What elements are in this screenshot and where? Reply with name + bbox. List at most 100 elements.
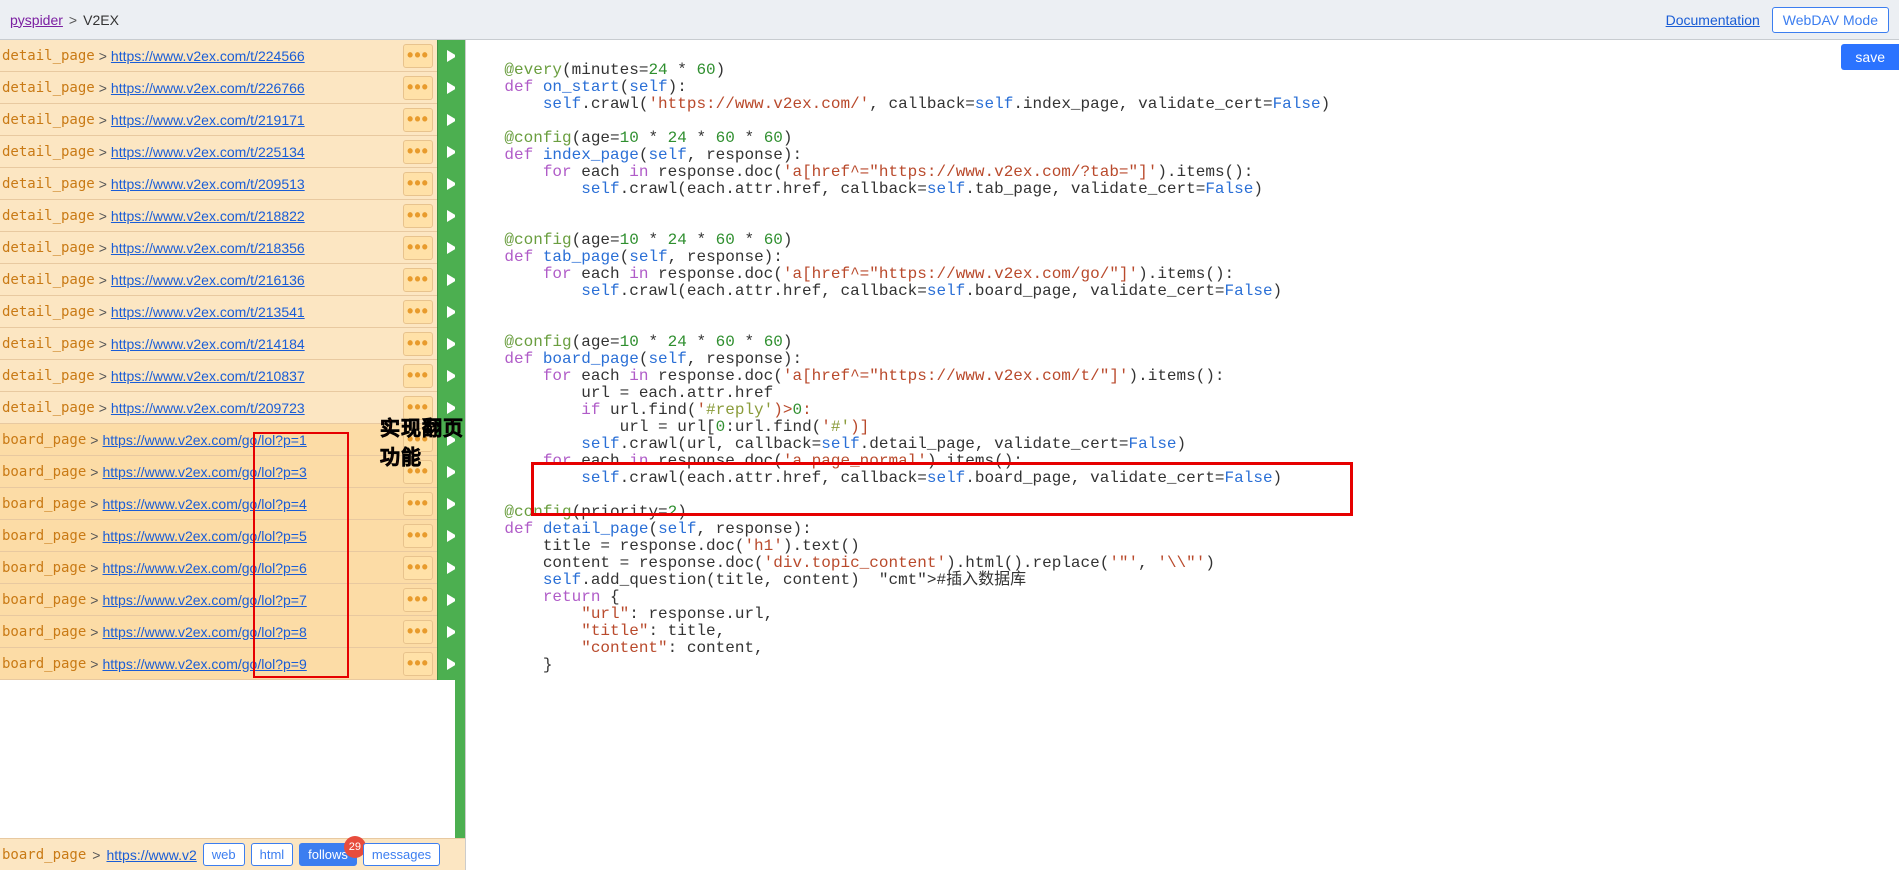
documentation-link[interactable]: Documentation: [1666, 12, 1760, 28]
task-row: detail_page>https://www.v2ex.com/t/22456…: [0, 40, 465, 72]
task-url-link[interactable]: https://www.v2ex.com/t/214184: [111, 336, 305, 352]
task-sep: >: [90, 624, 98, 640]
more-button[interactable]: •••: [403, 44, 433, 68]
task-url-link[interactable]: https://www.v2ex.com/t/216136: [111, 272, 305, 288]
task-row: board_page>https://www.v2ex.com/go/lol?p…: [0, 520, 465, 552]
task-row: board_page>https://www.v2ex.com/go/lol?p…: [0, 456, 465, 488]
more-button[interactable]: •••: [403, 332, 433, 356]
task-url-link[interactable]: https://www.v2ex.com/t/225134: [111, 144, 305, 160]
task-callback: board_page: [0, 656, 86, 672]
web-button[interactable]: web: [203, 843, 245, 866]
task-callback: board_page: [0, 528, 86, 544]
task-callback: detail_page: [0, 48, 95, 64]
task-row: board_page>https://www.v2ex.com/go/lol?p…: [0, 424, 465, 456]
scroll-strip[interactable]: [455, 40, 465, 870]
code-editor[interactable]: @every(minutes=24 * 60) def on_start(sel…: [466, 40, 1899, 714]
task-row: detail_page>https://www.v2ex.com/t/21613…: [0, 264, 465, 296]
more-button[interactable]: •••: [403, 140, 433, 164]
task-row: detail_page>https://www.v2ex.com/t/21917…: [0, 104, 465, 136]
more-button[interactable]: •••: [403, 108, 433, 132]
more-button[interactable]: •••: [403, 492, 433, 516]
more-button[interactable]: •••: [403, 204, 433, 228]
html-button[interactable]: html: [251, 843, 294, 866]
bottom-toolbar: board_page > https://www.v2 web html fol…: [0, 838, 465, 870]
more-button[interactable]: •••: [403, 652, 433, 676]
task-url-link[interactable]: https://www.v2ex.com/t/218822: [111, 208, 305, 224]
task-url-link[interactable]: https://www.v2ex.com/go/lol?p=1: [102, 432, 306, 448]
task-sep: >: [99, 368, 107, 384]
task-url-link[interactable]: https://www.v2ex.com/go/lol?p=9: [102, 656, 306, 672]
task-row: board_page>https://www.v2ex.com/go/lol?p…: [0, 616, 465, 648]
task-sep: >: [99, 400, 107, 416]
task-callback: detail_page: [0, 80, 95, 96]
task-callback: detail_page: [0, 176, 95, 192]
task-row: detail_page>https://www.v2ex.com/t/21882…: [0, 200, 465, 232]
task-callback: board_page: [0, 496, 86, 512]
more-button[interactable]: •••: [403, 556, 433, 580]
more-button[interactable]: •••: [403, 396, 433, 420]
task-row: board_page>https://www.v2ex.com/go/lol?p…: [0, 648, 465, 680]
more-button[interactable]: •••: [403, 460, 433, 484]
task-row: detail_page>https://www.v2ex.com/t/22513…: [0, 136, 465, 168]
task-row: detail_page>https://www.v2ex.com/t/20951…: [0, 168, 465, 200]
task-callback: detail_page: [0, 240, 95, 256]
top-bar: pyspider > V2EX Documentation WebDAV Mod…: [0, 0, 1899, 40]
toolbar-callback: board_page: [2, 847, 86, 863]
more-button[interactable]: •••: [403, 588, 433, 612]
task-url-link[interactable]: https://www.v2ex.com/t/219171: [111, 112, 305, 128]
more-button[interactable]: •••: [403, 236, 433, 260]
task-sep: >: [99, 176, 107, 192]
task-sep: >: [99, 80, 107, 96]
task-callback: board_page: [0, 624, 86, 640]
webdav-mode-button[interactable]: WebDAV Mode: [1772, 7, 1889, 33]
more-button[interactable]: •••: [403, 300, 433, 324]
task-row: detail_page>https://www.v2ex.com/t/22676…: [0, 72, 465, 104]
task-url-link[interactable]: https://www.v2ex.com/go/lol?p=3: [102, 464, 306, 480]
task-url-link[interactable]: https://www.v2ex.com/t/213541: [111, 304, 305, 320]
task-sep: >: [90, 432, 98, 448]
more-button[interactable]: •••: [403, 172, 433, 196]
more-button[interactable]: •••: [403, 620, 433, 644]
more-button[interactable]: •••: [403, 524, 433, 548]
task-sep: >: [99, 112, 107, 128]
task-url-link[interactable]: https://www.v2ex.com/t/218356: [111, 240, 305, 256]
task-url-link[interactable]: https://www.v2ex.com/t/209723: [111, 400, 305, 416]
task-sep: >: [90, 496, 98, 512]
task-url-link[interactable]: https://www.v2ex.com/go/lol?p=7: [102, 592, 306, 608]
task-sep: >: [99, 48, 107, 64]
task-url-link[interactable]: https://www.v2ex.com/t/209513: [111, 176, 305, 192]
breadcrumb: pyspider > V2EX: [10, 12, 119, 28]
task-row: board_page>https://www.v2ex.com/go/lol?p…: [0, 488, 465, 520]
task-url-link[interactable]: https://www.v2ex.com/go/lol?p=6: [102, 560, 306, 576]
save-button[interactable]: save: [1841, 44, 1899, 70]
task-url-link[interactable]: https://www.v2ex.com/t/210837: [111, 368, 305, 384]
task-callback: detail_page: [0, 336, 95, 352]
task-row: board_page>https://www.v2ex.com/go/lol?p…: [0, 584, 465, 616]
follows-label: follows: [308, 847, 348, 862]
project-name: V2EX: [83, 12, 119, 28]
task-callback: detail_page: [0, 272, 95, 288]
pyspider-link[interactable]: pyspider: [10, 12, 63, 28]
task-sep: >: [99, 304, 107, 320]
messages-button[interactable]: messages: [363, 843, 440, 866]
follows-button[interactable]: follows 29: [299, 843, 357, 866]
task-callback: detail_page: [0, 304, 95, 320]
task-callback: detail_page: [0, 368, 95, 384]
task-url-link[interactable]: https://www.v2ex.com/go/lol?p=5: [102, 528, 306, 544]
task-url-link[interactable]: https://www.v2ex.com/go/lol?p=8: [102, 624, 306, 640]
more-button[interactable]: •••: [403, 428, 433, 452]
more-button[interactable]: •••: [403, 364, 433, 388]
task-callback: board_page: [0, 464, 86, 480]
task-url-link[interactable]: https://www.v2ex.com/t/224566: [111, 48, 305, 64]
more-button[interactable]: •••: [403, 268, 433, 292]
toolbar-url: https://www.v2: [106, 847, 196, 863]
task-callback: detail_page: [0, 208, 95, 224]
task-callback: board_page: [0, 560, 86, 576]
more-button[interactable]: •••: [403, 76, 433, 100]
task-sep: >: [90, 528, 98, 544]
task-url-link[interactable]: https://www.v2ex.com/t/226766: [111, 80, 305, 96]
task-row: board_page>https://www.v2ex.com/go/lol?p…: [0, 552, 465, 584]
task-url-link[interactable]: https://www.v2ex.com/go/lol?p=4: [102, 496, 306, 512]
toolbar-sep: >: [92, 847, 100, 863]
code-panel: @every(minutes=24 * 60) def on_start(sel…: [466, 40, 1899, 870]
